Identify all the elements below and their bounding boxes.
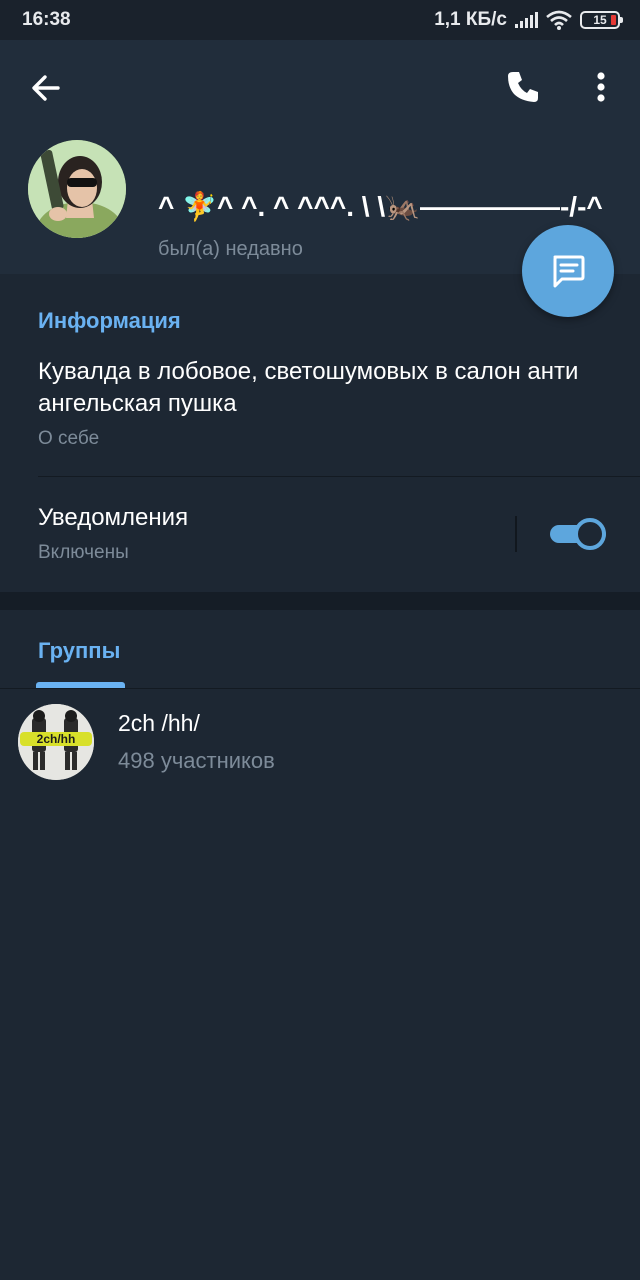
tab-divider [0,688,640,689]
info-section: Информация Кувалда в лобовое, светошумов… [0,276,640,592]
status-bar: 16:38 1,1 КБ/с 15 [0,0,640,40]
notifications-toggle[interactable] [550,518,606,550]
battery-icon: 15 [580,11,623,29]
avatar-photo [28,140,126,238]
list-item[interactable]: 2ch/hh 2ch /hh/ 498 участников [0,690,640,790]
about-label: О себе [38,428,100,449]
group-avatar: 2ch/hh [18,704,94,780]
wifi-icon [546,10,572,30]
notifications-value: Включены [38,542,129,563]
info-section-title: Информация [38,308,181,333]
notifications-label: Уведомления [38,504,189,531]
group-name: 2ch /hh/ [118,710,200,736]
about-text[interactable]: Кувалда в лобовое, светошумовых в салон … [38,356,598,420]
status-indicators: 1,1 КБ/с 15 [434,9,623,31]
back-arrow-icon[interactable] [24,66,68,110]
last-seen-status: был(а) недавно [158,238,303,260]
group-members-count: 498 участников [118,748,275,773]
divider [38,476,640,477]
section-gap [0,592,640,610]
status-time: 16:38 [22,9,71,30]
group-avatar-image: 2ch/hh [18,704,94,780]
profile-name: ^ 🧚^ ^. ^ ^^^. \ \🦗—————-/-^ [158,191,603,222]
phone-icon[interactable] [500,64,546,110]
battery-level: 15 [593,13,607,27]
separator [515,516,517,552]
groups-section: Группы 2ch/hh 2ch /hh/ 498 участников [0,610,640,1280]
message-icon [553,255,585,288]
signal-icon [515,12,538,28]
group-avatar-text: 2ch/hh [37,732,76,746]
tab-groups[interactable]: Группы [38,638,120,664]
send-message-button[interactable] [522,225,614,317]
more-vertical-icon[interactable] [582,64,620,110]
network-speed: 1,1 КБ/с [434,9,507,30]
profile-avatar[interactable] [28,140,126,238]
